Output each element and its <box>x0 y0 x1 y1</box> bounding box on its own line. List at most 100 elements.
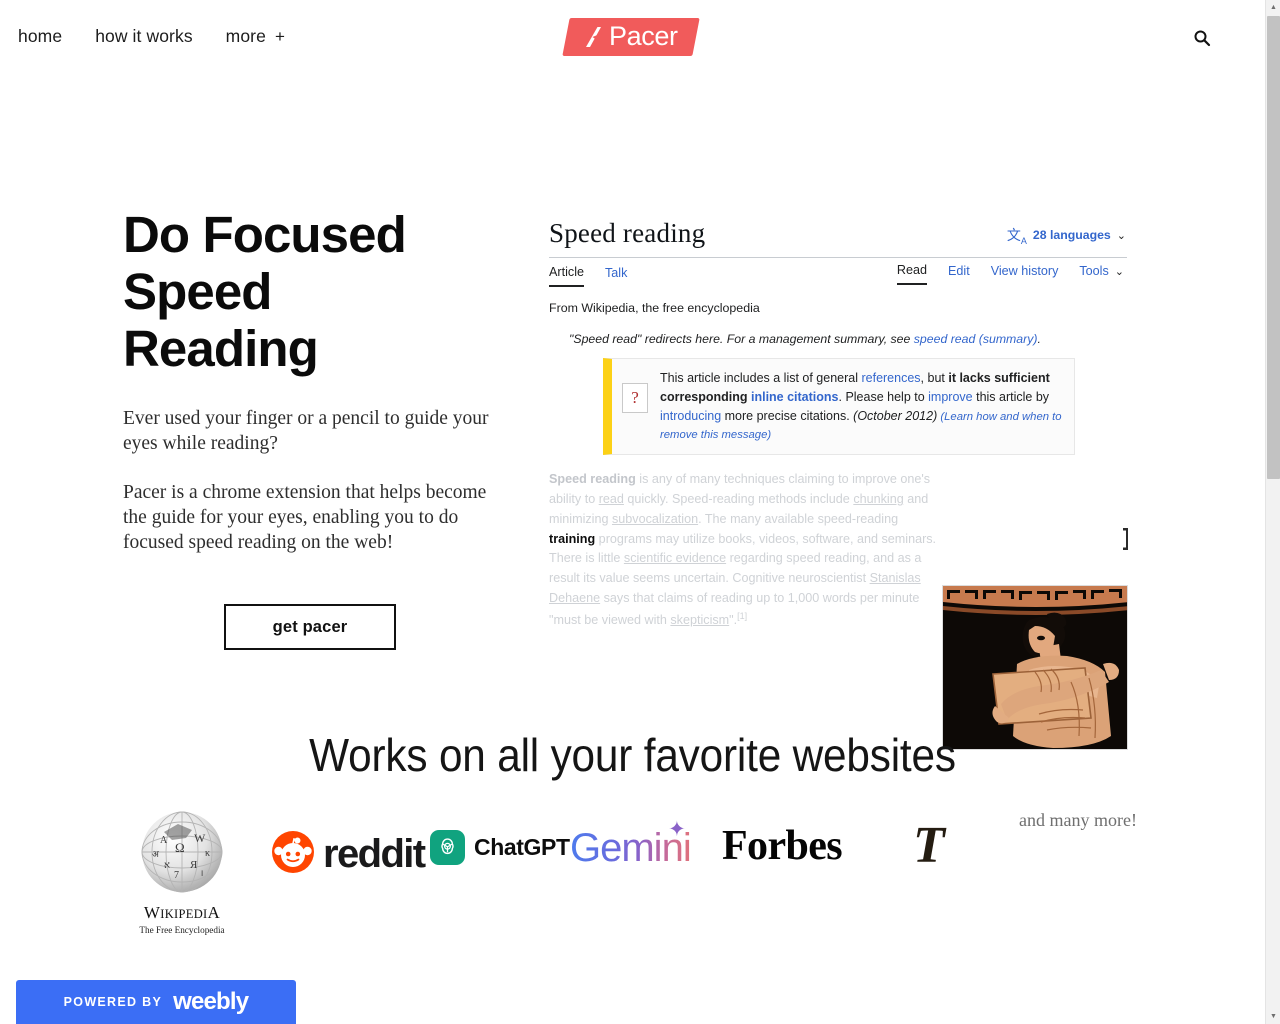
text-segment-6[interactable]: subvocalization <box>612 512 698 526</box>
wiki-notice-text: This article includes a list of general … <box>660 369 1062 444</box>
page-title: Do Focused Speed Reading <box>123 206 407 378</box>
svg-text:अ: अ <box>152 849 160 859</box>
chatgpt-wordmark: ChatGPT <box>474 834 570 860</box>
logo-row: Ω W А κ Я א 7 अ । WIKIPEDIA The Free Enc… <box>0 808 1265 948</box>
hero-paragraph-2: Pacer is a chrome extension that helps b… <box>123 482 487 554</box>
wiki-hatnote: "Speed read" redirects here. For a manag… <box>533 315 1128 346</box>
text-segment-4[interactable]: inline citations <box>751 390 839 404</box>
text-segment-6[interactable]: improve <box>928 390 972 404</box>
nav-item-more-label[interactable]: more <box>226 26 266 47</box>
reddit-wordmark: reddit <box>323 832 426 876</box>
text-segment-5: . Please help to <box>838 389 929 404</box>
text-segment-8[interactable]: introducing <box>660 409 721 423</box>
text-segment-4[interactable]: chunking <box>853 492 903 506</box>
text-segment-1[interactable]: references <box>861 371 920 385</box>
and-many-more-text: and many more! <box>1019 810 1137 830</box>
section-title: Works on all your favorite websites <box>309 729 956 781</box>
text-segment-14[interactable]: skepticism <box>670 613 729 627</box>
svg-text:κ: κ <box>205 848 210 859</box>
and-many-more-label: and many more! <box>1019 808 1139 832</box>
text-segment-0: Speed reading <box>549 472 636 487</box>
wiki-tab-bar: Article Talk Read Edit View history Tool… <box>533 263 1128 289</box>
logo-forbes: Forbes <box>722 822 843 870</box>
wiki-subtitle: From Wikipedia, the free encyclopedia <box>549 301 760 315</box>
hero-text-column: Do Focused Speed Reading Ever used your … <box>123 206 513 651</box>
text-segment-3: quickly. Speed-reading methods include <box>623 492 854 507</box>
text-segment-9: more precise citations. <box>721 408 854 423</box>
nav-item-home[interactable]: home <box>18 26 62 47</box>
sparkle-icon: ✦ <box>668 818 686 841</box>
svg-text:א: א <box>164 860 170 871</box>
nav-item-more[interactable]: more + <box>226 26 285 47</box>
question-mark-icon: ? <box>622 383 648 413</box>
wiki-tab-edit[interactable]: Edit <box>948 264 970 284</box>
translate-icon: 文A <box>1006 227 1027 246</box>
svg-text:Я: Я <box>190 859 198 871</box>
top-navigation-bar: home how it works more + Pacer <box>0 0 1265 74</box>
svg-text:7: 7 <box>174 870 179 881</box>
scrollbar-thumb[interactable] <box>1267 16 1280 479</box>
wiki-language-count: 28 languages <box>1032 228 1111 243</box>
wikipedia-wordmark: WIKIPEDIA <box>143 903 221 922</box>
wikipedia-demo-screenshot: Speed reading 文A 28 languages ⌄ Article … <box>533 210 1128 755</box>
wiki-hatnote-pre: "Speed read" redirects here. For a manag… <box>569 332 914 346</box>
svg-text:W: W <box>194 831 206 845</box>
text-segment-0: This article includes a list of general <box>660 371 862 385</box>
wiki-tools-chevron-down-icon[interactable]: ⌄ <box>1115 265 1124 284</box>
hero-paragraph-1: Ever used your finger or a pencil to gui… <box>123 408 489 455</box>
wiki-article-image <box>942 585 1128 750</box>
chevron-down-icon: ⌄ <box>1116 229 1126 242</box>
text-segment-7: . The many available speed-reading <box>698 511 899 526</box>
text-segment-7: this article by <box>972 389 1050 404</box>
site-logo[interactable]: Pacer <box>562 18 700 56</box>
wiki-tab-view-history[interactable]: View history <box>991 264 1059 284</box>
svg-text:Ω: Ω <box>175 840 185 855</box>
wiki-tab-bar-right: Read Edit View history Tools ⌄ <box>876 263 1124 285</box>
wiki-hatnote-link[interactable]: speed read (summary) <box>914 332 1038 346</box>
wiki-tab-tools[interactable]: Tools <box>1079 264 1108 284</box>
scroll-down-arrow-icon[interactable]: ▼ <box>1266 1009 1280 1024</box>
get-pacer-button[interactable]: get pacer <box>224 604 396 651</box>
page-root: home how it works more + Pacer Do Focuse… <box>0 0 1280 1024</box>
text-segment-10[interactable]: scientific evidence <box>624 551 726 565</box>
wiki-tab-article[interactable]: Article <box>549 265 584 287</box>
text-ibeam-cursor <box>1122 528 1128 550</box>
wikipedia-tagline: The Free Encyclopedia <box>139 925 225 935</box>
svg-text:।: । <box>200 868 203 878</box>
powered-by-weebly-badge[interactable]: POWERED BY weebly <box>16 980 296 1024</box>
logo-inner: Pacer <box>582 21 678 51</box>
text-segment-16: [1] <box>737 610 748 621</box>
logo-reddit: reddit <box>272 831 426 878</box>
text-segment-2[interactable]: read <box>599 492 624 506</box>
hero-section: Do Focused Speed Reading Ever used your … <box>0 150 1265 755</box>
wiki-title-divider <box>549 257 1127 258</box>
svg-text:А: А <box>160 835 168 846</box>
wiki-article-body: Speed reading is any of many techniques … <box>549 470 941 630</box>
wiki-tab-talk[interactable]: Talk <box>605 266 627 286</box>
text-segment-15: ". <box>729 612 738 627</box>
logo-chatgpt: ChatGPT <box>430 830 570 865</box>
forbes-wordmark: Forbes <box>722 823 843 869</box>
nav-item-how-it-works[interactable]: how it works <box>95 26 192 47</box>
wiki-hatnote-post: . <box>1037 332 1041 346</box>
text-segment-2: , but <box>920 371 949 385</box>
text-segment-10: (October 2012) <box>853 408 938 423</box>
wikipedia-globe-icon: Ω W А κ Я א 7 अ । <box>138 811 226 900</box>
nytimes-t-icon: T <box>913 817 945 874</box>
weebly-prefix-label: POWERED BY <box>63 995 163 1009</box>
supported-websites-section: Works on all your favorite websites Ω W … <box>0 728 1265 948</box>
wiki-citation-notice: ? This article includes a list of genera… <box>603 358 1075 456</box>
page-scrollbar[interactable]: ▲ ▼ <box>1265 0 1280 1024</box>
pacer-a-mark-icon <box>582 24 608 50</box>
plus-icon: + <box>274 27 285 46</box>
logo-nytimes: T <box>913 820 945 872</box>
wiki-language-selector[interactable]: 文A 28 languages ⌄ <box>1007 225 1126 246</box>
nav-links: home how it works more + <box>18 26 285 47</box>
scroll-up-arrow-icon[interactable]: ▲ <box>1266 0 1280 15</box>
search-icon[interactable] <box>1191 27 1213 49</box>
weebly-brand-label: weebly <box>173 988 249 1015</box>
logo-wikipedia: Ω W А κ Я א 7 अ । WIKIPEDIA The Free Enc… <box>136 808 228 935</box>
wiki-tab-read[interactable]: Read <box>896 263 927 285</box>
text-segment-8: training <box>549 531 596 546</box>
reddit-snoo-icon <box>272 831 314 878</box>
